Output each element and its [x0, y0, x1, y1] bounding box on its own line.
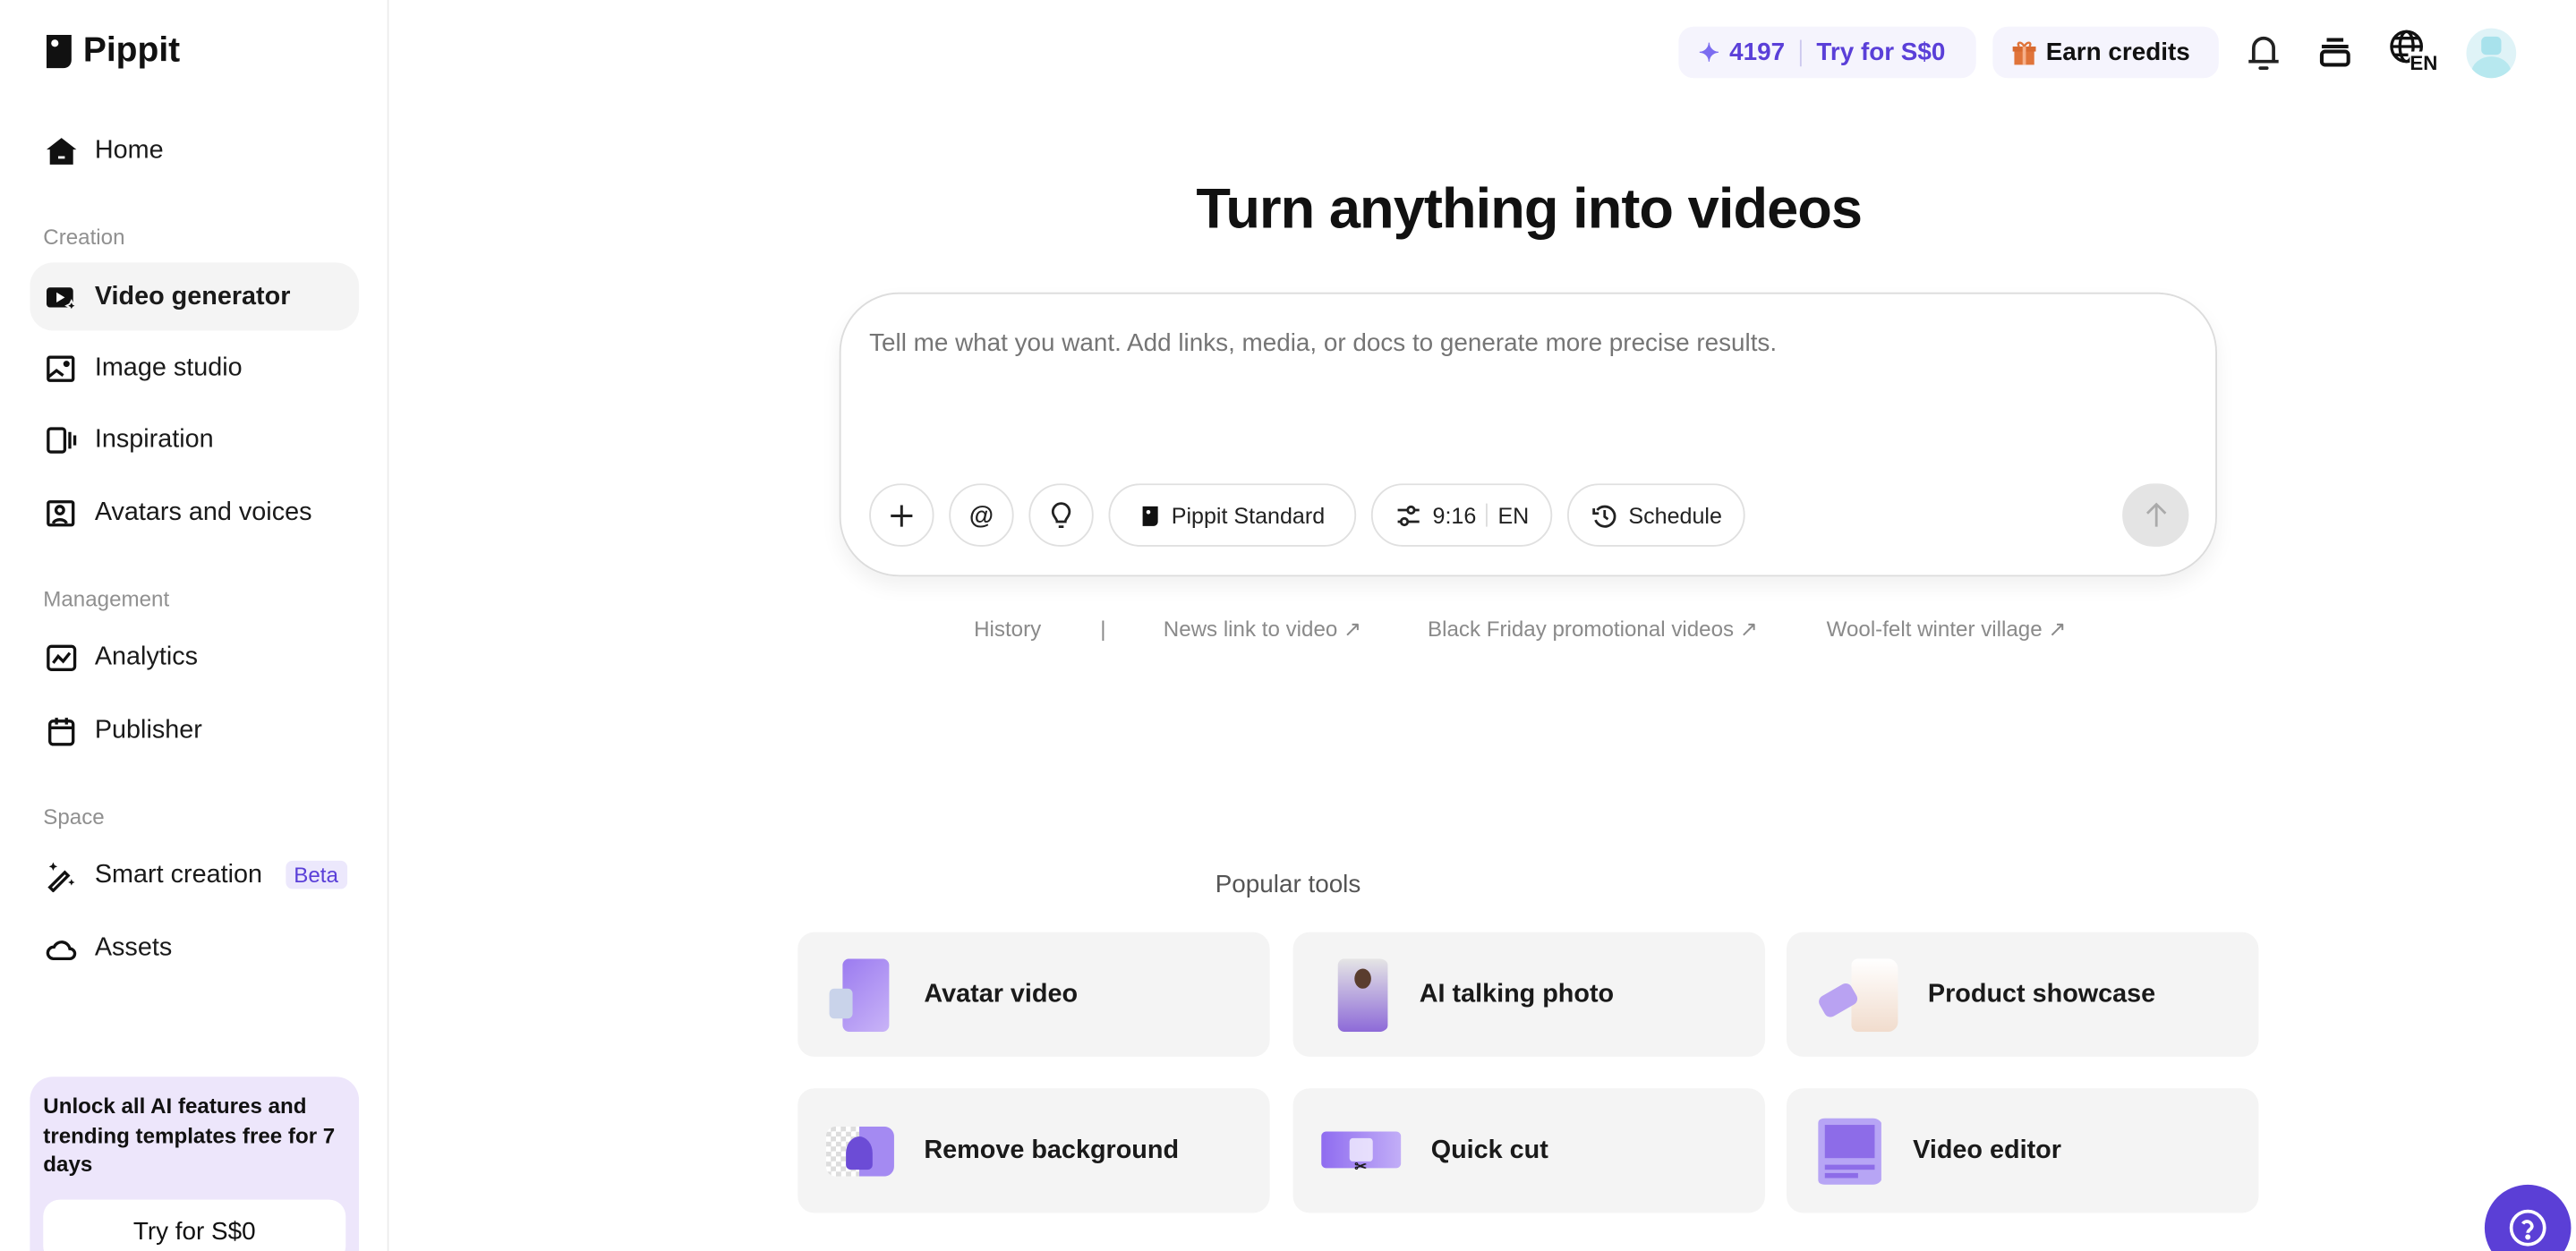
remove-background-thumbnail	[826, 1126, 894, 1176]
model-label: Pippit Standard	[1172, 503, 1325, 528]
add-button[interactable]	[869, 483, 934, 547]
pippit-logo-icon	[1139, 501, 1161, 530]
section-creation: Creation	[43, 225, 124, 250]
tool-label: Quick cut	[1431, 1136, 1548, 1165]
video-sparkle-icon	[45, 280, 78, 313]
cloud-icon	[45, 932, 78, 965]
image-sparkle-icon	[45, 352, 78, 385]
plus-icon	[888, 501, 917, 530]
try-free-button[interactable]: Try for S$0	[43, 1200, 345, 1251]
mention-button[interactable]: @	[949, 483, 1013, 547]
avatar-body	[2471, 56, 2512, 78]
popular-tools-title: Popular tools	[0, 871, 2335, 899]
avatar[interactable]	[2466, 29, 2516, 79]
language-selector[interactable]: EN	[2388, 29, 2444, 75]
tool-label: Avatar video	[924, 980, 1078, 1009]
prompt-input[interactable]	[869, 329, 2165, 358]
avatar-video-thumbnail	[826, 957, 894, 1031]
suggestion-link[interactable]: Wool-felt winter village ↗	[1827, 617, 2067, 643]
sidebar-item-label: Assets	[95, 933, 172, 963]
sidebar-item-assets[interactable]: Assets	[30, 914, 359, 982]
tool-card-remove-background[interactable]: Remove background	[798, 1088, 1269, 1213]
scissors-icon: ✂	[1354, 1157, 1367, 1175]
schedule-button[interactable]: Schedule	[1567, 483, 1745, 547]
calendar-icon	[45, 713, 78, 746]
logo[interactable]: Pippit	[45, 31, 180, 72]
sliders-icon	[1395, 501, 1423, 530]
history-link[interactable]: History	[974, 617, 1041, 642]
home-icon	[45, 133, 78, 166]
at-icon: @	[969, 501, 994, 530]
sidebar-item-inspiration[interactable]: Inspiration	[30, 405, 359, 473]
language-label: EN	[1497, 503, 1529, 528]
section-space: Space	[43, 804, 104, 830]
inspiration-icon	[45, 423, 78, 456]
avatar-head	[2481, 37, 2501, 55]
schedule-label: Schedule	[1628, 503, 1722, 528]
sidebar-item-image-studio[interactable]: Image studio	[30, 334, 359, 402]
bell-icon[interactable]	[2240, 29, 2287, 75]
tool-card-quick-cut[interactable]: ✂ Quick cut	[1293, 1088, 1765, 1213]
pippit-logo-icon	[45, 33, 73, 70]
page-title: Turn anything into videos	[241, 178, 2576, 243]
ratio-label: 9:16	[1433, 503, 1477, 528]
tool-card-video-editor[interactable]: Video editor	[1787, 1088, 2258, 1213]
sidebar-item-label: Analytics	[95, 643, 198, 672]
video-editor-thumbnail	[1815, 1118, 1883, 1184]
prompt-box: @ Pippit Standard 9:16 EN Schedule	[840, 293, 2217, 577]
suggestion-link[interactable]: News link to video ↗	[1164, 617, 1361, 643]
tool-card-product-showcase[interactable]: Product showcase	[1787, 932, 2258, 1057]
settings-selector[interactable]: 9:16 EN	[1371, 483, 1552, 547]
sidebar-item-label: Avatars and voices	[95, 498, 312, 527]
layers-icon[interactable]	[2312, 29, 2358, 75]
tool-label: Video editor	[1913, 1136, 2061, 1165]
trial-link: Try for S$0	[1816, 38, 1945, 67]
idea-button[interactable]	[1028, 483, 1093, 547]
analytics-icon	[45, 641, 78, 674]
quick-cut-thumbnail: ✂	[1321, 1124, 1401, 1177]
credits-count: 4197	[1729, 38, 1785, 67]
help-button[interactable]	[2485, 1185, 2572, 1251]
divider	[1800, 39, 1802, 66]
tool-label: Remove background	[924, 1136, 1179, 1165]
sparkle-icon: ✦	[1699, 38, 1719, 67]
app-name: Pippit	[83, 31, 180, 72]
sidebar-item-label: Inspiration	[95, 424, 214, 454]
sidebar-item-home[interactable]: Home	[30, 116, 359, 184]
arrow-up-icon	[2141, 501, 2170, 530]
credits-pill[interactable]: ✦ 4197 Try for S$0	[1678, 27, 1975, 79]
help-icon	[2508, 1208, 2548, 1248]
schedule-clock-icon	[1591, 501, 1619, 530]
model-selector[interactable]: Pippit Standard	[1108, 483, 1356, 547]
talking-photo-thumbnail	[1321, 957, 1389, 1031]
sidebar-item-label: Publisher	[95, 715, 202, 745]
gift-icon	[2013, 39, 2036, 66]
sidebar-item-analytics[interactable]: Analytics	[30, 623, 359, 691]
language-code: EN	[2410, 52, 2437, 75]
send-button[interactable]	[2122, 483, 2188, 547]
promo-card: Unlock all AI features and trending temp…	[30, 1077, 359, 1251]
lightbulb-icon	[1047, 501, 1076, 530]
promo-text: Unlock all AI features and trending temp…	[43, 1092, 345, 1179]
sidebar-item-avatars-and-voices[interactable]: Avatars and voices	[30, 479, 359, 547]
sidebar-item-video-generator[interactable]: Video generator	[30, 262, 359, 330]
sidebar-item-publisher[interactable]: Publisher	[30, 696, 359, 764]
tool-label: Product showcase	[1928, 980, 2155, 1009]
tool-card-avatar-video[interactable]: Avatar video	[798, 932, 1269, 1057]
product-showcase-thumbnail	[1815, 957, 1898, 1031]
sidebar-item-label: Home	[95, 135, 164, 165]
divider	[1486, 504, 1488, 527]
sidebar-item-label: Video generator	[95, 282, 291, 311]
earn-credits-label: Earn credits	[2046, 38, 2190, 67]
divider: |	[1100, 617, 1105, 642]
section-management: Management	[43, 586, 169, 611]
avatar-sparkle-icon	[45, 496, 78, 529]
suggestion-link[interactable]: Black Friday promotional videos ↗	[1428, 617, 1758, 643]
sidebar-item-label: Image studio	[95, 353, 243, 383]
tool-card-ai-talking-photo[interactable]: AI talking photo	[1293, 932, 1765, 1057]
earn-credits-button[interactable]: Earn credits	[1992, 27, 2219, 79]
tool-label: AI talking photo	[1420, 980, 1614, 1009]
